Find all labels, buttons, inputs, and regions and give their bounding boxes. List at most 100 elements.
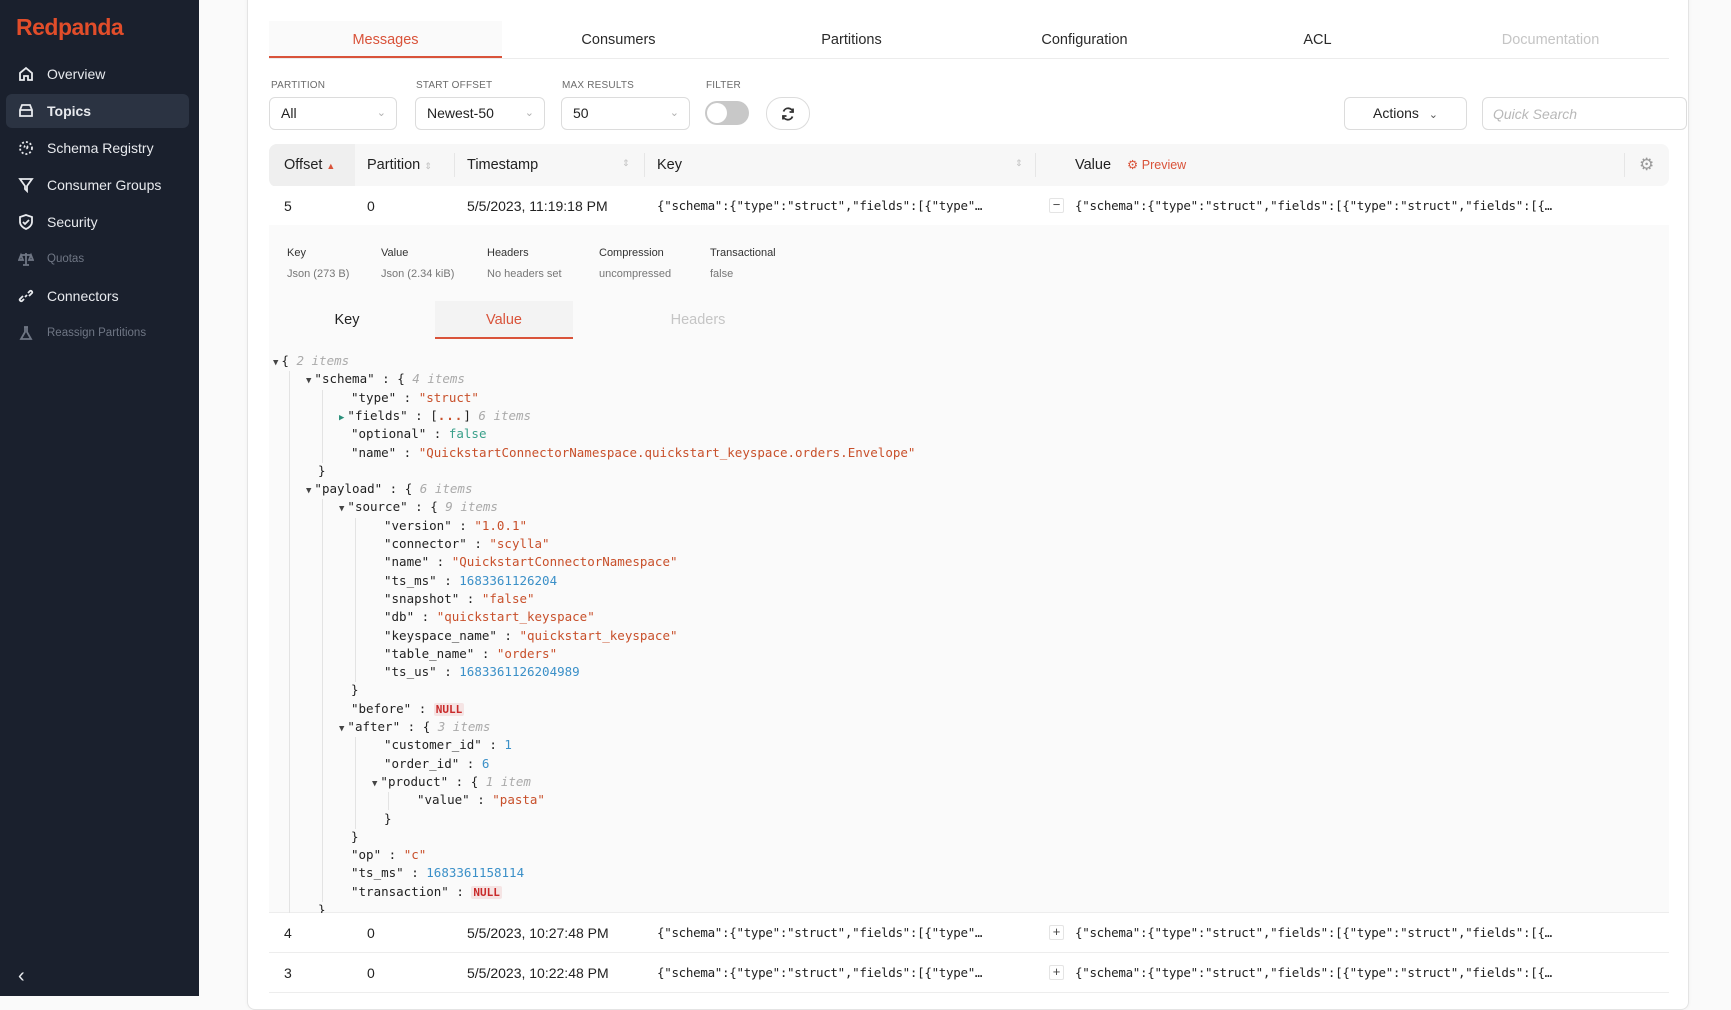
chevron-left-icon[interactable]: ‹: [18, 965, 25, 988]
json-item-count: 6 items: [419, 481, 473, 497]
table-row[interactable]: 4 0 5/5/2023, 10:27:48 PM {"schema":{"ty…: [269, 913, 1669, 953]
cell-value: {"schema":{"type":"struct","fields":[{"t…: [1075, 198, 1552, 213]
json-colon: :: [403, 865, 427, 881]
json-indent-guide: [388, 792, 389, 811]
json-line: "name" : "QuickstartConnectorNamespace": [384, 554, 678, 570]
sidebar-item-label: Reassign Partitions: [47, 327, 147, 339]
subtab-value[interactable]: Value: [435, 301, 573, 339]
json-open-brace: {: [404, 481, 420, 497]
partition-label: PARTITION: [271, 80, 326, 91]
cell-timestamp: 5/5/2023, 11:19:18 PM: [467, 198, 608, 214]
json-key: "order_id": [384, 755, 460, 771]
tab-messages[interactable]: Messages: [269, 21, 502, 58]
caret-down-icon[interactable]: ▼: [372, 779, 377, 789]
json-colon: :: [496, 627, 520, 643]
start-offset-value: Newest-50: [427, 105, 494, 121]
brand-logo[interactable]: Redpanda: [16, 14, 124, 41]
tab-partitions[interactable]: Partitions: [735, 21, 968, 58]
json-colon: :: [451, 517, 475, 533]
cell-offset: 5: [284, 198, 292, 214]
expand-row-button[interactable]: +: [1049, 965, 1064, 980]
json-colon: :: [481, 737, 505, 753]
json-colon: :: [426, 426, 449, 442]
filter-toggle[interactable]: [705, 101, 749, 125]
refresh-icon: [782, 106, 794, 121]
sidebar-item-security[interactable]: Security: [6, 205, 189, 239]
json-key: "connector": [384, 536, 467, 551]
sidebar-item-label: Topics: [47, 103, 92, 119]
shield-icon: [18, 214, 34, 230]
refresh-button[interactable]: [766, 97, 810, 130]
json-line: }: [384, 811, 392, 827]
json-colon: :: [374, 371, 398, 387]
caret-right-icon[interactable]: ▶: [339, 413, 344, 423]
table-row[interactable]: 5 0 5/5/2023, 11:19:18 PM {"schema":{"ty…: [269, 186, 1669, 226]
partition-select[interactable]: All ⌄: [269, 97, 397, 130]
json-close-brace: }: [384, 810, 392, 826]
json-value: 1683361158114: [426, 865, 525, 881]
json-open-brace: {: [470, 773, 486, 789]
sidebar-item-connectors[interactable]: Connectors: [6, 279, 189, 313]
quick-search-input[interactable]: [1482, 97, 1687, 130]
json-close-brace: }: [351, 682, 359, 698]
caret-down-icon[interactable]: ▼: [273, 358, 278, 368]
column-partition[interactable]: Partition ⇕: [367, 144, 432, 187]
json-value: "QuickstartConnectorNamespace": [451, 554, 678, 570]
json-line: "version" : "1.0.1": [384, 518, 527, 534]
json-key: "ts_ms": [384, 572, 437, 588]
json-colon: :: [466, 536, 490, 551]
sidebar-item-consumer-groups[interactable]: Consumer Groups: [6, 168, 189, 202]
sidebar-item-topics[interactable]: Topics: [6, 94, 189, 128]
column-offset[interactable]: Offset ▲︎: [269, 144, 355, 187]
json-colon: :: [459, 590, 482, 606]
actions-dropdown[interactable]: Actions ⌄: [1344, 97, 1467, 130]
expand-row-button[interactable]: +: [1049, 925, 1064, 940]
caret-down-icon[interactable]: ▼: [339, 504, 344, 514]
json-key: "ts_ms": [351, 865, 404, 881]
tab-consumers[interactable]: Consumers: [502, 21, 735, 58]
subtab-headers: Headers: [670, 312, 726, 328]
sidebar-item-quotas[interactable]: Quotas: [6, 242, 189, 276]
json-item-count: 6 items: [478, 407, 532, 423]
json-value: "quickstart_keyspace": [436, 609, 595, 625]
json-value: NULL: [433, 702, 465, 716]
cell-value: {"schema":{"type":"struct","fields":[{"t…: [1075, 965, 1552, 980]
preview-button[interactable]: ⚙ Preview: [1127, 158, 1186, 172]
json-line: ▼{ 2 items: [273, 353, 349, 369]
table-settings-gear-icon[interactable]: ⚙: [1639, 144, 1654, 186]
subtab-key[interactable]: Key: [269, 301, 425, 339]
max-results-select[interactable]: 50 ⌄: [561, 97, 690, 130]
column-key[interactable]: Key: [657, 144, 682, 186]
json-ellipsis: ...: [437, 407, 464, 423]
json-line: ▼ "product" : { 1 item: [372, 774, 531, 790]
sort-icon: ⇕: [622, 158, 630, 168]
json-line: "customer_id" : 1: [384, 737, 512, 753]
json-key: "op": [351, 847, 382, 863]
json-key: "after": [347, 719, 401, 734]
detail-subtabs: Key Value Headers: [269, 301, 813, 339]
table-row[interactable]: 3 0 5/5/2023, 10:22:48 PM {"schema":{"ty…: [269, 953, 1669, 993]
sidebar-item-label: Overview: [47, 66, 106, 82]
json-indent-guide: [322, 389, 323, 463]
json-value: "pasta": [492, 792, 545, 808]
sidebar-item-label: Consumer Groups: [47, 177, 162, 193]
sidebar-item-overview[interactable]: Overview: [6, 57, 189, 91]
column-timestamp[interactable]: Timestamp: [467, 144, 538, 186]
sidebar-nav: Overview Topics Schema Registry Consumer…: [6, 57, 189, 353]
caret-down-icon[interactable]: ▼: [306, 486, 311, 496]
json-key: "product": [380, 773, 449, 789]
tab-configuration[interactable]: Configuration: [968, 21, 1201, 58]
json-line: }: [351, 682, 359, 698]
json-value: NULL: [471, 885, 502, 899]
caret-down-icon[interactable]: ▼: [306, 376, 311, 386]
collapse-row-button[interactable]: −: [1049, 198, 1064, 213]
home-icon: [18, 66, 34, 82]
caret-down-icon[interactable]: ▼: [339, 724, 344, 734]
json-close-brace: }: [351, 828, 359, 844]
sidebar-item-schema-registry[interactable]: Schema Registry: [6, 131, 189, 165]
sidebar-item-reassign-partitions[interactable]: Reassign Partitions: [6, 316, 189, 350]
tab-acl[interactable]: ACL: [1201, 21, 1434, 58]
start-offset-select[interactable]: Newest-50 ⌄: [415, 97, 545, 130]
column-value[interactable]: Value ⚙ Preview: [1075, 144, 1186, 186]
json-key: "value": [417, 792, 470, 808]
